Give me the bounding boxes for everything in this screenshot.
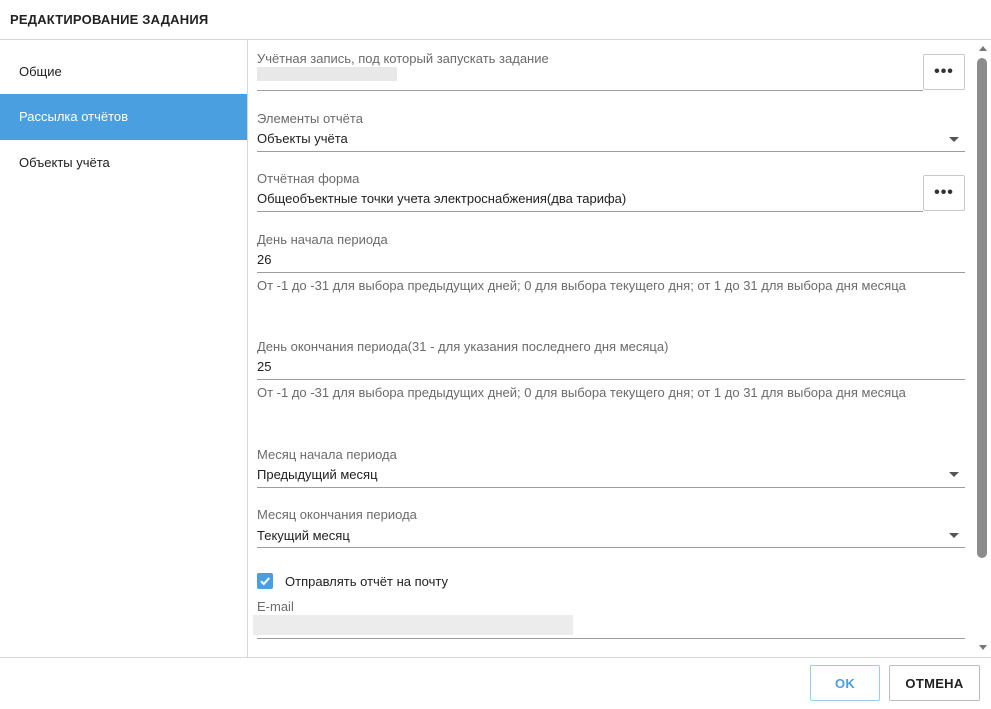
check-icon — [260, 577, 270, 586]
sidebar-item-report-mailing[interactable]: Рассылка отчётов — [0, 94, 247, 140]
period-start-day-input[interactable]: 26 — [257, 252, 957, 267]
period-end-day-label: День окончания периода(31 - для указания… — [257, 339, 669, 354]
period-start-day-hint: От -1 до -31 для выбора предыдущих дней;… — [257, 278, 906, 293]
period-end-day-hint: От -1 до -31 для выбора предыдущих дней;… — [257, 385, 906, 400]
form-content: Учётная запись, под который запускать за… — [248, 40, 978, 657]
period-start-month-underline — [257, 487, 965, 488]
scroll-up-icon[interactable] — [979, 46, 987, 51]
period-end-month-label: Месяц окончания периода — [257, 507, 417, 522]
email-field[interactable] — [253, 614, 963, 638]
period-start-month-label: Месяц начала периода — [257, 447, 397, 462]
period-start-day-label: День начала периода — [257, 232, 388, 247]
chevron-down-icon[interactable] — [949, 472, 959, 477]
report-elements-label: Элементы отчёта — [257, 111, 363, 126]
report-form-field[interactable]: Общеобъектные точки учета электроснабжен… — [257, 191, 626, 206]
report-elements-select[interactable]: Объекты учёта — [257, 131, 957, 146]
send-email-label[interactable]: Отправлять отчёт на почту — [285, 574, 448, 589]
dialog-title: РЕДАКТИРОВАНИЕ ЗАДАНИЯ — [10, 12, 209, 27]
period-end-month-select[interactable]: Текущий месяц — [257, 528, 957, 543]
report-form-underline — [257, 211, 923, 212]
scroll-down-icon[interactable] — [979, 645, 987, 650]
scrollbar-thumb[interactable] — [977, 58, 987, 558]
chevron-down-icon[interactable] — [949, 533, 959, 538]
email-label: E-mail — [257, 599, 294, 614]
ok-button[interactable]: OK — [810, 665, 880, 701]
sidebar: Общие Рассылка отчётов Объекты учёта — [0, 40, 248, 657]
send-email-checkbox[interactable] — [257, 573, 273, 589]
report-elements-underline — [257, 151, 965, 152]
dialog-header: РЕДАКТИРОВАНИЕ ЗАДАНИЯ — [0, 0, 991, 40]
account-field[interactable] — [257, 66, 923, 90]
cancel-button[interactable]: ОТМЕНА — [889, 665, 980, 701]
period-end-day-underline — [257, 379, 965, 380]
period-start-day-underline — [257, 272, 965, 273]
account-browse-button[interactable]: ••• — [923, 54, 965, 90]
period-end-month-underline — [257, 547, 965, 548]
sidebar-item-general[interactable]: Общие — [0, 49, 247, 95]
account-label: Учётная запись, под который запускать за… — [257, 51, 549, 66]
account-underline — [257, 90, 923, 91]
period-start-month-select[interactable]: Предыдущий месяц — [257, 467, 957, 482]
period-end-day-input[interactable]: 25 — [257, 359, 957, 374]
email-underline — [257, 638, 965, 639]
ellipsis-icon: ••• — [934, 184, 954, 201]
ellipsis-icon: ••• — [934, 63, 954, 80]
chevron-down-icon[interactable] — [949, 137, 959, 142]
report-form-browse-button[interactable]: ••• — [923, 175, 965, 211]
sidebar-item-accounting-objects[interactable]: Объекты учёта — [0, 140, 247, 186]
report-form-label: Отчётная форма — [257, 171, 360, 186]
